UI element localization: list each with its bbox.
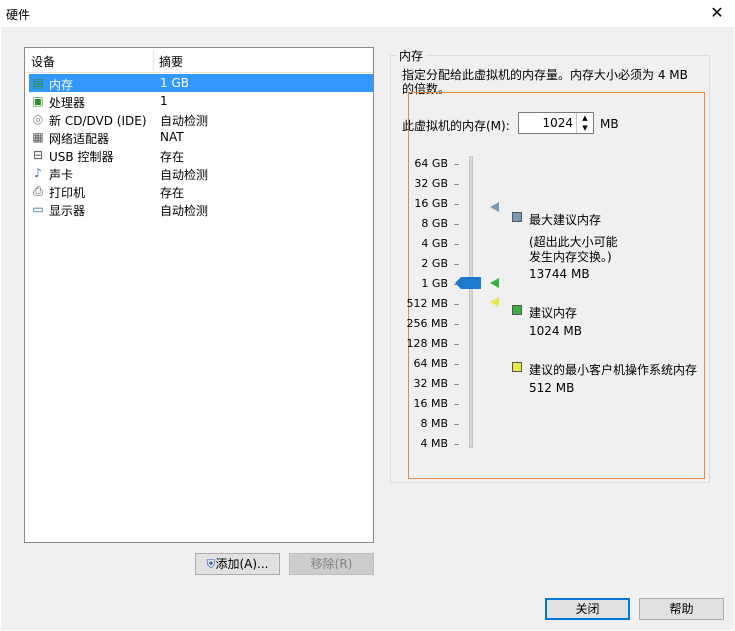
memory-stepper[interactable]: 1024 ▲ ▼ (518, 112, 594, 134)
network-adapter-icon: ▦ (32, 130, 44, 144)
recommended-marker-icon (490, 278, 499, 288)
device-summary: 存在 (160, 186, 185, 200)
scale-label: 4 GB (421, 237, 448, 250)
scale-tick (454, 244, 459, 245)
column-header-device[interactable]: 设备 (31, 53, 55, 70)
device-list[interactable]: 设备 摘要 ▤ 内存 1 GB ▣ 处理器 1 ◎ 新 CD/DVD (IDE)… (24, 47, 374, 543)
scale-label: 128 MB (406, 337, 448, 350)
scale-label: 256 MB (406, 317, 448, 330)
memory-value[interactable]: 1024 (542, 116, 573, 130)
scale-tick (454, 264, 459, 265)
scale-tick (454, 304, 459, 305)
device-row-display[interactable]: ▭ 显示器 自动检测 (29, 200, 373, 218)
device-name: 内存 (49, 78, 74, 92)
sound-card-icon: ♪ (34, 166, 42, 180)
scale-label: 32 GB (414, 177, 448, 190)
scale-label: 16 GB (414, 197, 448, 210)
memory-field-label: 此虚拟机的内存(M): (402, 119, 510, 133)
scale-tick (454, 404, 459, 405)
add-button[interactable]: ⛨添加(A)... (195, 553, 280, 575)
device-row-memory[interactable]: ▤ 内存 1 GB (29, 74, 373, 92)
device-summary: 自动检测 (160, 168, 209, 182)
list-header: 设备 摘要 (25, 48, 373, 73)
memory-focus-frame (408, 92, 705, 479)
scale-tick (454, 364, 459, 365)
column-header-summary[interactable]: 摘要 (159, 53, 183, 70)
device-summary: 1 (160, 94, 168, 108)
device-name: 打印机 (49, 186, 86, 200)
device-name: 网络适配器 (49, 132, 110, 146)
device-summary: 1 GB (160, 76, 189, 90)
close-button[interactable]: 关闭 (545, 598, 630, 620)
window-title: 硬件 (6, 8, 31, 22)
recommended-title: 建议内存 (529, 306, 578, 320)
scale-label: 8 GB (421, 217, 448, 230)
device-name: 新 CD/DVD (IDE) (49, 114, 147, 128)
recommended-legend-icon (512, 305, 522, 315)
scale-label: 2 GB (421, 257, 448, 270)
min-recommended-value: 512 MB (529, 381, 575, 395)
device-name: 显示器 (49, 204, 86, 218)
memory-slider-thumb[interactable] (455, 277, 481, 289)
device-summary: NAT (160, 130, 184, 144)
scale-label: 32 MB (413, 377, 448, 390)
scale-label: 1 GB (421, 277, 448, 290)
max-recommended-legend-icon (512, 212, 522, 222)
device-name: 声卡 (49, 168, 74, 182)
close-icon[interactable]: ✕ (706, 3, 728, 23)
memory-icon: ▤ (32, 76, 44, 90)
scale-tick (454, 444, 459, 445)
scale-label: 64 MB (413, 357, 448, 370)
scale-label: 64 GB (414, 157, 448, 170)
scale-tick (454, 384, 459, 385)
title-bar: 硬件 ✕ (0, 0, 735, 27)
column-separator[interactable] (153, 50, 154, 70)
device-name: USB 控制器 (49, 150, 114, 164)
max-recommended-value: 13744 MB (529, 267, 590, 281)
stepper-arrows: ▲ ▼ (576, 113, 593, 133)
scale-tick (454, 224, 459, 225)
device-name: 处理器 (49, 96, 86, 110)
max-recommended-note-2: 发生内存交换。) (529, 250, 612, 264)
scale-tick (454, 204, 459, 205)
scale-tick (454, 424, 459, 425)
scale-tick (454, 164, 459, 165)
scale-tick (454, 324, 459, 325)
scale-tick (454, 184, 459, 185)
scale-label: 16 MB (413, 397, 448, 410)
device-row-printer[interactable]: ⎙ 打印机 存在 (29, 182, 373, 200)
chevron-down-icon[interactable]: ▼ (577, 123, 593, 133)
printer-icon: ⎙ (33, 184, 43, 198)
device-summary: 自动检测 (160, 114, 209, 128)
min-recommended-legend-icon (512, 362, 522, 372)
help-button[interactable]: 帮助 (639, 598, 724, 620)
device-row-usb[interactable]: ⊟ USB 控制器 存在 (29, 146, 373, 164)
remove-button[interactable]: 移除(R) (289, 553, 374, 575)
max-recommended-marker-icon (490, 202, 499, 212)
chevron-up-icon[interactable]: ▲ (577, 113, 593, 123)
device-summary: 存在 (160, 150, 185, 164)
usb-icon: ⊟ (32, 148, 44, 162)
max-recommended-title: 最大建议内存 (529, 213, 602, 227)
memory-slider-track[interactable] (469, 156, 473, 448)
memory-group-title: 内存 (396, 47, 427, 64)
scale-label: 4 MB (420, 437, 448, 450)
min-recommended-marker-icon (490, 297, 499, 307)
scale-label: 8 MB (420, 417, 448, 430)
scale-tick (454, 344, 459, 345)
device-summary: 自动检测 (160, 204, 209, 218)
device-row-sound[interactable]: ♪ 声卡 自动检测 (29, 164, 373, 182)
recommended-value: 1024 MB (529, 324, 582, 338)
min-recommended-title: 建议的最小客户机操作系统内存 (529, 363, 698, 377)
display-icon: ▭ (32, 202, 44, 216)
memory-unit: MB (600, 117, 619, 131)
scale-label: 512 MB (406, 297, 448, 310)
device-row-processor[interactable]: ▣ 处理器 1 (29, 92, 373, 110)
device-row-cd-dvd[interactable]: ◎ 新 CD/DVD (IDE) 自动检测 (29, 110, 373, 128)
processor-icon: ▣ (32, 94, 44, 108)
cd-dvd-icon: ◎ (32, 112, 44, 126)
device-row-network[interactable]: ▦ 网络适配器 NAT (29, 128, 373, 146)
